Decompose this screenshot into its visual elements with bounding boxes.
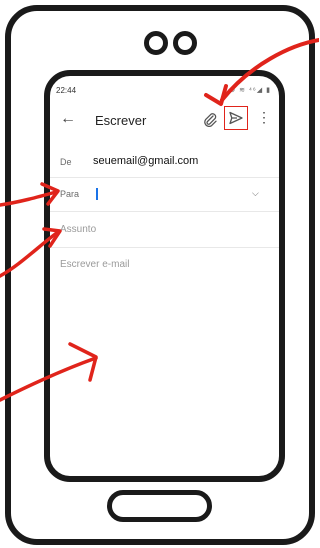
subject-input[interactable]: Assunto (60, 224, 96, 235)
back-arrow-icon[interactable]: ← (60, 110, 76, 128)
camera-lens-icon (144, 31, 168, 55)
body-input[interactable]: Escrever e-mail (60, 259, 129, 270)
from-label: De (60, 157, 72, 167)
page-title: Escrever (95, 113, 147, 128)
status-time: 22:44 (56, 86, 77, 95)
more-vert-icon[interactable]: ⋮ (257, 110, 271, 124)
subject-row[interactable]: Assunto (50, 212, 279, 248)
text-cursor (96, 188, 98, 200)
status-bar: 22:44 ⊛ ≋ ⁴⁶◢ ▮ (56, 86, 271, 98)
status-icons: ⊛ ≋ ⁴⁶◢ ▮ (229, 87, 271, 94)
from-row: De seuemail@gmail.com (50, 148, 279, 178)
compose-app-bar: ← Escrever ⋮ (50, 106, 279, 134)
home-button (107, 490, 212, 522)
phone-screen: 22:44 ⊛ ≋ ⁴⁶◢ ▮ ← Escrever ⋮ De seuemail… (44, 70, 285, 482)
tutorial-illustration: 22:44 ⊛ ≋ ⁴⁶◢ ▮ ← Escrever ⋮ De seuemail… (0, 0, 319, 548)
to-label: Para (60, 189, 80, 199)
paperclip-icon[interactable] (202, 111, 218, 127)
body-area[interactable] (50, 288, 279, 448)
chevron-down-icon[interactable]: ⌵ (252, 188, 259, 199)
body-row[interactable]: Escrever e-mail (50, 248, 279, 278)
from-address[interactable]: seuemail@gmail.com (93, 155, 198, 167)
sensor-icon (173, 31, 197, 55)
send-button[interactable] (224, 106, 248, 130)
to-row[interactable]: Para ⌵ (50, 178, 279, 212)
send-icon (229, 111, 243, 125)
